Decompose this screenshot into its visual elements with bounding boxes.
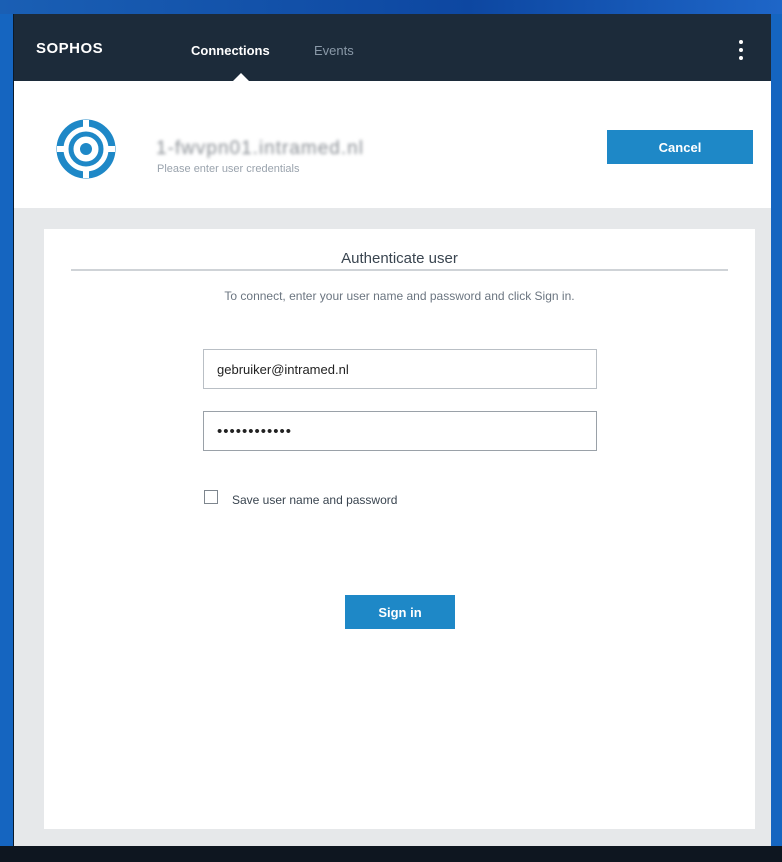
active-tab-indicator xyxy=(233,73,249,81)
connection-header: 1-fwvpn01.intramed.nl Please enter user … xyxy=(14,81,771,208)
sophos-connect-logo-icon xyxy=(56,119,116,179)
connection-name: 1-fwvpn01.intramed.nl xyxy=(156,138,364,159)
save-credentials-label[interactable]: Save user name and password xyxy=(232,493,397,507)
desktop-background xyxy=(0,0,782,14)
tab-connections[interactable]: Connections xyxy=(191,43,270,58)
more-menu-icon[interactable] xyxy=(736,40,746,64)
connection-status-text: Please enter user credentials xyxy=(157,163,300,175)
instructions-text: To connect, enter your user name and pas… xyxy=(224,289,575,303)
save-credentials-checkbox[interactable] xyxy=(204,490,218,504)
top-navigation-bar: SOPHOS Connections Events xyxy=(14,14,771,81)
sophos-connect-window: SOPHOS Connections Events 1-fwvpn01.intr… xyxy=(13,14,771,846)
authenticate-panel: Authenticate user To connect, enter your… xyxy=(44,229,755,829)
tab-events[interactable]: Events xyxy=(314,43,354,58)
title-divider xyxy=(71,269,728,271)
sophos-logo-text: SOPHOS xyxy=(36,40,104,57)
password-input[interactable] xyxy=(203,411,597,451)
username-input[interactable] xyxy=(203,349,597,389)
sign-in-button[interactable]: Sign in xyxy=(345,595,455,629)
cancel-button[interactable]: Cancel xyxy=(607,130,753,164)
panel-title: Authenticate user xyxy=(341,250,458,267)
taskbar xyxy=(0,846,782,862)
